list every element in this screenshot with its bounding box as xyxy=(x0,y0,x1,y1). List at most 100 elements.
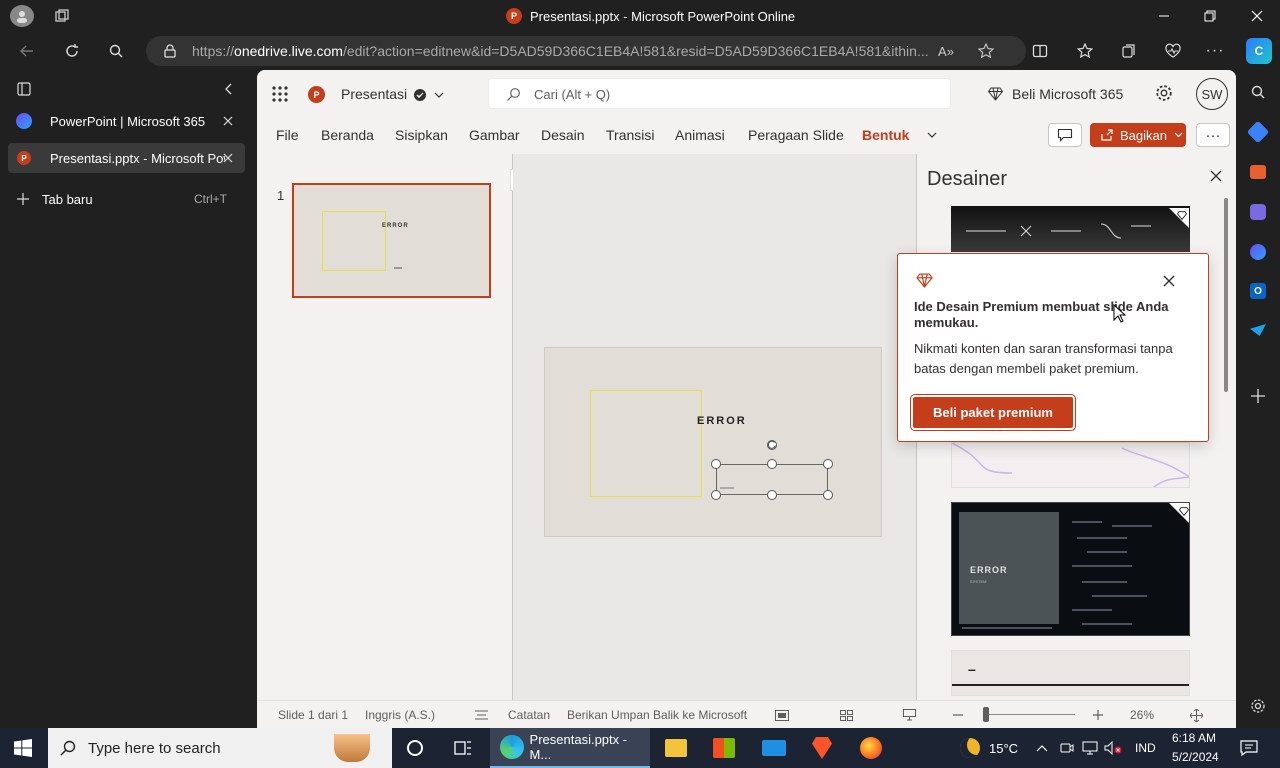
buy-m365-link[interactable]: Beli Microsoft 365 xyxy=(1012,86,1123,102)
close-tab-icon[interactable] xyxy=(221,151,235,165)
share-button[interactable]: Bagikan xyxy=(1090,123,1186,147)
buy-premium-button[interactable]: Beli paket premium xyxy=(913,397,1073,428)
restore-button[interactable] xyxy=(1196,6,1224,26)
file-explorer-icon[interactable] xyxy=(665,739,687,757)
clock-date[interactable]: 5/2/2024 xyxy=(1172,750,1219,764)
profile-icon[interactable] xyxy=(10,5,34,27)
shopping-icon[interactable] xyxy=(1246,120,1270,144)
mail-icon[interactable] xyxy=(762,740,786,756)
normal-view-icon[interactable] xyxy=(774,708,790,722)
feedback-button[interactable]: Berikan Umpan Balik ke Microsoft xyxy=(567,708,747,722)
workspaces-icon[interactable] xyxy=(52,6,72,26)
settings-gear-icon[interactable] xyxy=(1154,83,1174,103)
add-sidebar-icon[interactable] xyxy=(1250,388,1266,404)
firefox-icon[interactable] xyxy=(860,737,882,759)
language-status[interactable]: Inggris (A.S.) xyxy=(365,708,435,722)
design-option-4[interactable]: – xyxy=(951,650,1190,696)
tab-desain[interactable]: Desain xyxy=(541,127,585,143)
store-icon[interactable] xyxy=(713,738,735,758)
resize-handle[interactable] xyxy=(823,490,833,500)
notes-button[interactable]: Catatan xyxy=(508,708,550,722)
tab-actions-icon[interactable] xyxy=(14,80,34,98)
resize-handle[interactable] xyxy=(823,459,833,469)
tab-animasi[interactable]: Animasi xyxy=(675,127,725,143)
zoom-in-button[interactable] xyxy=(1091,708,1105,722)
autosave-status-icon[interactable] xyxy=(412,87,428,103)
close-window-button[interactable] xyxy=(1243,6,1271,26)
fit-to-window-icon[interactable] xyxy=(1188,708,1204,722)
split-screen-icon[interactable] xyxy=(1029,40,1051,62)
read-aloud-icon[interactable]: A» xyxy=(936,42,956,60)
zoom-level[interactable]: 26% xyxy=(1130,708,1154,722)
rotate-handle-icon[interactable] xyxy=(765,438,779,452)
back-icon[interactable] xyxy=(16,40,38,62)
resize-handle[interactable] xyxy=(711,459,721,469)
more-menu-icon[interactable]: ··· xyxy=(1204,40,1226,62)
tab-presentasi[interactable]: P Presentasi.pptx - Microsoft Powe xyxy=(8,143,245,173)
cortana-icon[interactable] xyxy=(404,738,426,758)
avatar[interactable]: SW xyxy=(1196,78,1228,110)
slide-placeholder-box[interactable] xyxy=(590,390,702,497)
zoom-slider-thumb[interactable] xyxy=(983,707,989,722)
tools-icon[interactable] xyxy=(1250,165,1266,179)
minimize-button[interactable] xyxy=(1150,6,1178,26)
main-slide[interactable]: ERROR xyxy=(544,347,882,537)
new-tab-button[interactable]: Tab baru Ctrl+T xyxy=(8,184,245,214)
tab-sisipkan[interactable]: Sisipkan xyxy=(395,127,448,143)
tab-beranda[interactable]: Beranda xyxy=(321,127,374,143)
tab-transisi[interactable]: Transisi xyxy=(606,127,655,143)
temperature[interactable]: 15°C xyxy=(989,741,1018,756)
slide-title[interactable]: ERROR xyxy=(697,415,747,427)
favorite-star-icon[interactable] xyxy=(976,41,996,61)
slide-thumbnail[interactable]: ERROR xyxy=(292,183,491,298)
notifications-icon[interactable] xyxy=(1238,738,1260,758)
tab-file[interactable]: File xyxy=(276,127,299,143)
zoom-out-button[interactable] xyxy=(951,708,965,722)
close-tab-icon[interactable] xyxy=(221,114,235,128)
clock-time[interactable]: 6:18 AM xyxy=(1172,731,1216,745)
m365-sidebar-icon[interactable] xyxy=(1250,244,1266,260)
send-icon[interactable] xyxy=(1250,324,1266,336)
resize-handle[interactable] xyxy=(767,490,777,500)
tray-chevron-icon[interactable] xyxy=(1034,741,1050,755)
app-launcher-icon[interactable] xyxy=(271,85,289,103)
windows-start-icon[interactable] xyxy=(13,739,33,757)
search-icon[interactable] xyxy=(105,40,127,62)
notes-icon[interactable] xyxy=(473,708,489,722)
resize-handle[interactable] xyxy=(767,459,777,469)
games-icon[interactable] xyxy=(1250,204,1266,220)
input-language[interactable]: IND xyxy=(1135,741,1156,755)
meet-now-icon[interactable] xyxy=(1059,740,1075,756)
file-menu-chevron-icon[interactable] xyxy=(432,88,446,102)
ribbon-more-chevron-icon[interactable] xyxy=(925,128,939,142)
sidebar-search-icon[interactable] xyxy=(1248,82,1268,102)
taskbar-search-box[interactable]: Type here to search xyxy=(48,728,392,768)
sidebar-settings-icon[interactable] xyxy=(1248,696,1268,716)
more-options-button[interactable]: ··· xyxy=(1196,123,1230,147)
taskbar-active-app[interactable]: Presentasi.pptx - M... xyxy=(490,728,650,768)
sorter-view-icon[interactable] xyxy=(838,708,854,722)
tab-peragaan-slide[interactable]: Peragaan Slide xyxy=(748,127,844,143)
tab-powerpoint-365[interactable]: PowerPoint | Microsoft 365 xyxy=(8,106,245,136)
design-option-2[interactable] xyxy=(951,442,1190,488)
brave-icon[interactable] xyxy=(812,737,832,759)
task-view-icon[interactable] xyxy=(452,738,474,758)
comments-button[interactable] xyxy=(1048,123,1082,147)
outlook-icon[interactable]: O xyxy=(1250,283,1266,299)
designer-scrollbar[interactable] xyxy=(1224,198,1228,392)
zoom-slider[interactable] xyxy=(983,707,1075,722)
network-icon[interactable] xyxy=(1081,740,1099,756)
favorites-icon[interactable] xyxy=(1074,40,1096,62)
search-box[interactable]: Cari (Alt + Q) xyxy=(488,78,951,109)
volume-muted-icon[interactable] xyxy=(1103,740,1123,756)
collections-icon[interactable] xyxy=(1118,40,1140,62)
performance-icon[interactable] xyxy=(1162,40,1184,62)
design-option-3[interactable]: ERROR SYSTEM xyxy=(951,502,1190,636)
slideshow-view-icon[interactable] xyxy=(901,708,917,722)
design-option-1[interactable] xyxy=(951,206,1190,252)
close-popup-icon[interactable] xyxy=(1160,272,1178,290)
resize-handle[interactable] xyxy=(711,490,721,500)
refresh-icon[interactable] xyxy=(61,40,83,62)
tab-gambar[interactable]: Gambar xyxy=(469,127,520,143)
address-bar[interactable]: https://onedrive.live.com/edit?action=ed… xyxy=(146,36,1026,66)
